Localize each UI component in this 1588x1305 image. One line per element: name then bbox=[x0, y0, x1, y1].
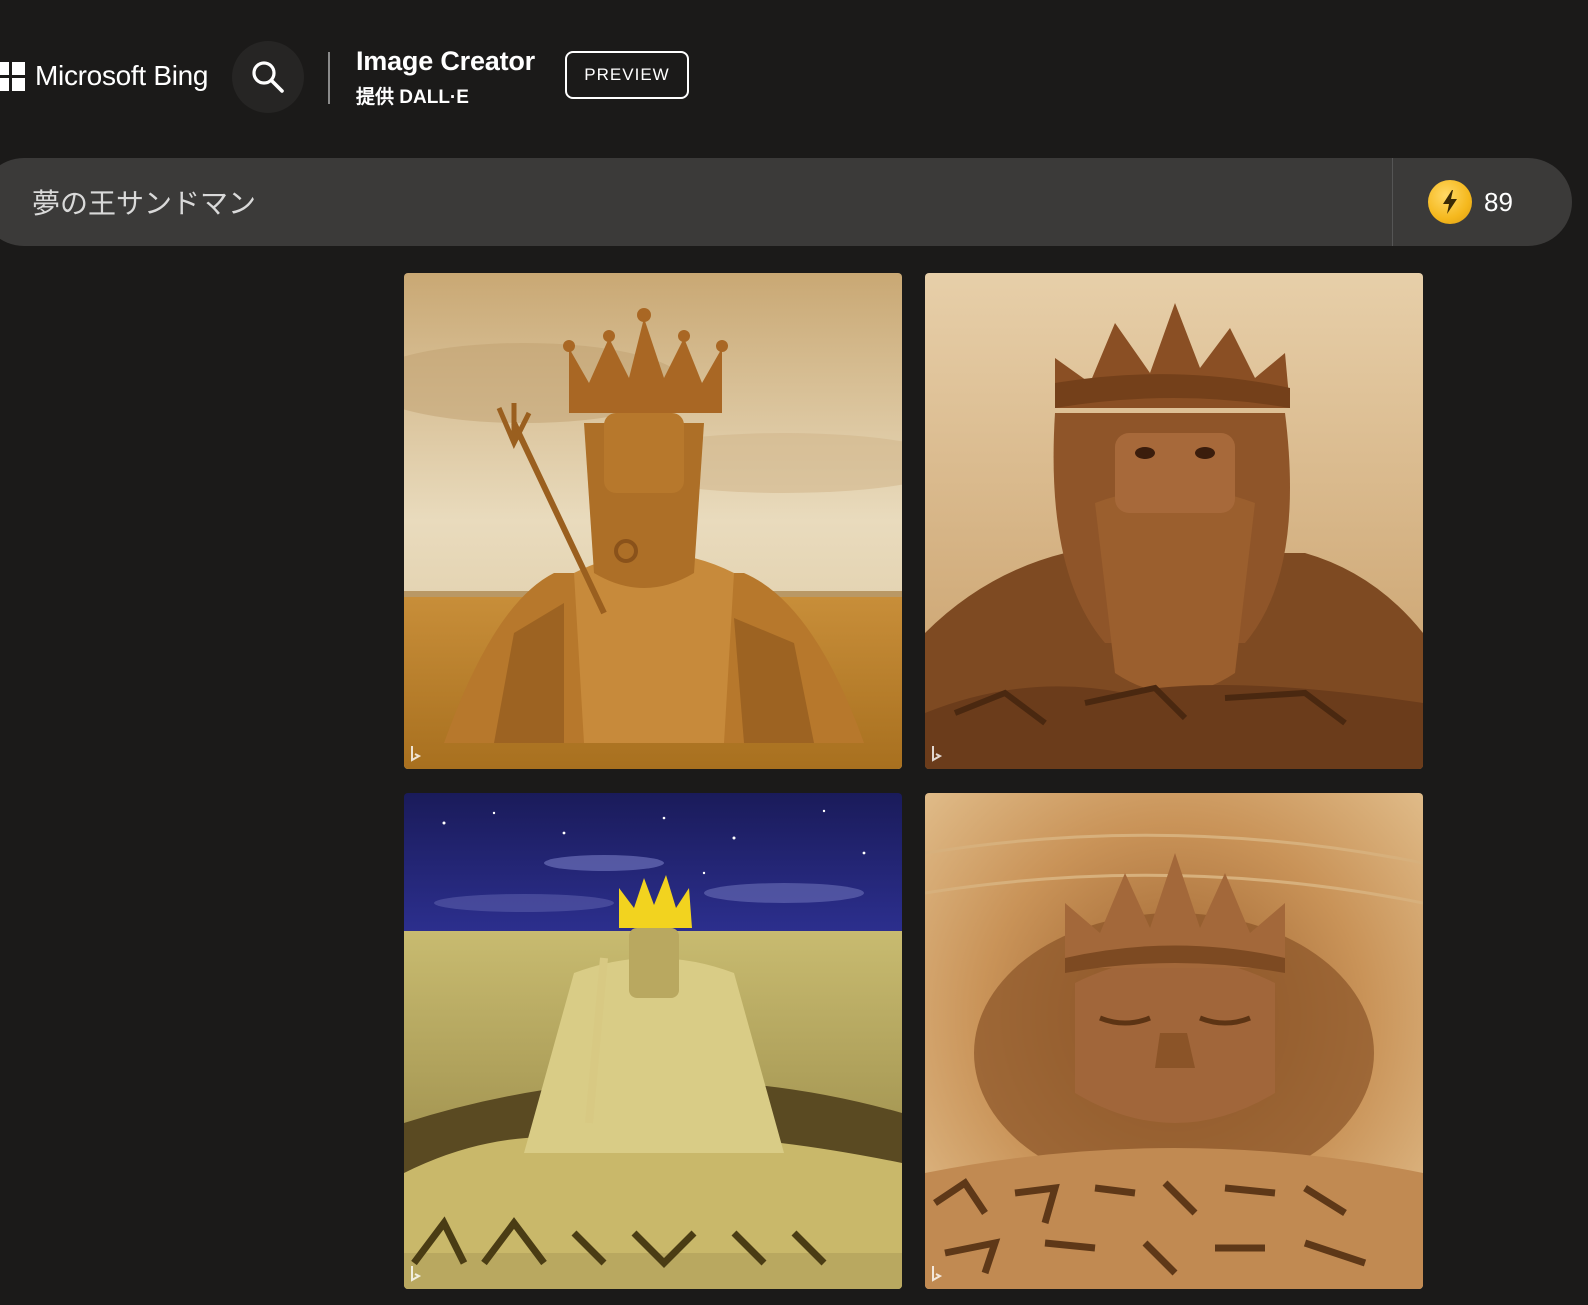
result-image-2[interactable] bbox=[925, 273, 1423, 769]
sand-king-night-image bbox=[404, 793, 902, 1289]
bing-watermark-icon bbox=[932, 746, 943, 762]
preview-button[interactable]: PREVIEW bbox=[565, 51, 689, 99]
prompt-input[interactable] bbox=[32, 158, 1332, 246]
boost-count: 89 bbox=[1484, 186, 1513, 217]
prompt-bar-separator bbox=[1392, 158, 1393, 246]
result-image-4[interactable] bbox=[925, 793, 1423, 1289]
search-button[interactable] bbox=[232, 41, 304, 113]
prompt-bar: 89 bbox=[0, 158, 1572, 246]
search-icon bbox=[252, 61, 284, 93]
microsoft-logo-icon bbox=[0, 61, 25, 91]
boost-counter[interactable]: 89 bbox=[1428, 180, 1513, 224]
bing-watermark-icon bbox=[932, 1266, 943, 1282]
app-subtitle: 提供 DALL·E bbox=[356, 87, 469, 108]
sand-face-crown-image bbox=[925, 793, 1423, 1289]
header-divider bbox=[328, 52, 330, 104]
bing-logo[interactable]: Microsoft Bing bbox=[0, 60, 209, 92]
header: Microsoft Bing Image Creator 提供 DALL·E P… bbox=[0, 0, 1588, 150]
bing-watermark-icon bbox=[411, 746, 422, 762]
result-image-1[interactable] bbox=[404, 273, 902, 769]
boost-lightning-icon bbox=[1428, 180, 1472, 224]
result-image-3[interactable] bbox=[404, 793, 902, 1289]
bing-watermark-icon bbox=[411, 1266, 422, 1282]
brand-name: Microsoft Bing bbox=[35, 60, 209, 91]
sand-king-closeup-image bbox=[925, 273, 1423, 769]
app-title-block: Image Creator 提供 DALL·E bbox=[356, 46, 535, 109]
app-title: Image Creator bbox=[356, 46, 535, 76]
sand-king-trident-image bbox=[404, 273, 902, 769]
